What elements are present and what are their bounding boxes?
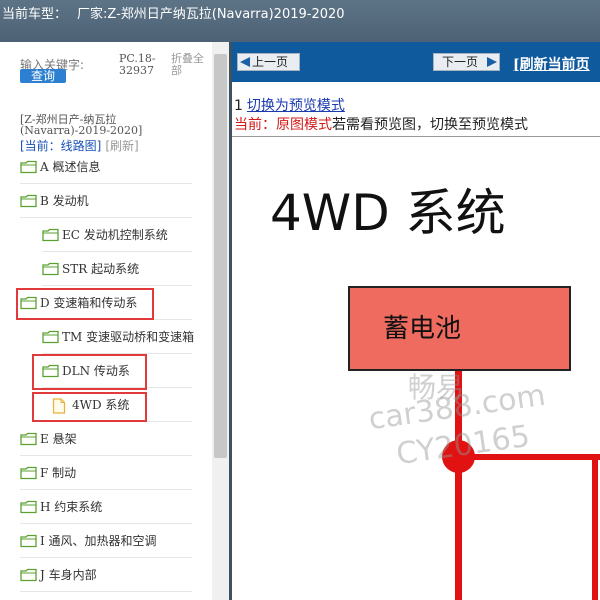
vehicle-title: 当前车型： 厂家:Z-郑州日产纳瓦拉(Navarra)2019-2020 bbox=[2, 3, 355, 22]
folder-icon bbox=[42, 330, 59, 344]
tree-item[interactable]: TM 变速驱动桥和变速箱 bbox=[42, 320, 195, 354]
current-mode: 原图模式 bbox=[276, 117, 332, 133]
mode-number: 1 bbox=[234, 98, 243, 114]
tree-item-label: TM 变速驱动桥和变速箱 bbox=[62, 330, 195, 344]
tree-item[interactable]: E 悬架 bbox=[20, 422, 192, 456]
current-prefix: 当前： bbox=[234, 117, 276, 133]
search-button[interactable]: 查询 bbox=[20, 69, 66, 83]
switch-preview-link[interactable]: 切换为预览模式 bbox=[247, 98, 345, 114]
arrow-right-icon bbox=[487, 57, 497, 67]
left-pane: 输入关键字: 查询 PC.18-32937 折叠全部 [Z-郑州日产-纳瓦拉(N… bbox=[0, 42, 230, 600]
folder-icon bbox=[42, 262, 59, 276]
folder-icon bbox=[42, 228, 59, 242]
page-nav-bar: 上一页 下一页 [刷新当前页 bbox=[232, 42, 600, 82]
highlight-box bbox=[32, 392, 147, 422]
current-hint: 若需看预览图，切换至预览模式 bbox=[332, 117, 528, 133]
tree-item-label: B 发动机 bbox=[40, 194, 89, 208]
arrow-left-icon bbox=[240, 57, 250, 67]
current-mode-line: 当前：原图模式若需看预览图，切换至预览模式 bbox=[234, 114, 528, 134]
prev-page-button[interactable]: 上一页 bbox=[237, 53, 300, 71]
tree-item[interactable]: EC 发动机控制系统 bbox=[42, 218, 192, 252]
title-bar: 当前车型： 厂家:Z-郑州日产纳瓦拉(Navarra)2019-2020 bbox=[0, 0, 600, 42]
tree-item[interactable]: A 概述信息 bbox=[20, 150, 192, 184]
folder-icon bbox=[20, 568, 37, 582]
folder-icon bbox=[20, 194, 37, 208]
tree-item[interactable]: STR 起动系统 bbox=[42, 252, 192, 286]
tree-item-label: EC 发动机控制系统 bbox=[62, 228, 168, 242]
tree-item[interactable]: I 通风、加热器和空调 bbox=[20, 524, 192, 558]
wire-right bbox=[592, 454, 598, 600]
folder-icon bbox=[20, 432, 37, 446]
next-page-label: 下一页 bbox=[442, 55, 479, 69]
tree-item-label: E 悬架 bbox=[40, 432, 77, 446]
battery-component: 蓄电池 bbox=[348, 286, 571, 371]
tree-item-label: J 车身内部 bbox=[40, 568, 97, 582]
mode-switch-line: 1 切换为预览模式 bbox=[234, 95, 345, 115]
folder-icon bbox=[20, 534, 37, 548]
tree-item-label: F 制动 bbox=[40, 466, 77, 480]
scrollbar-thumb[interactable] bbox=[214, 54, 227, 458]
tree-item-label: H 约束系统 bbox=[40, 500, 103, 514]
next-page-button[interactable]: 下一页 bbox=[433, 53, 500, 71]
tree-item[interactable]: J 车身内部 bbox=[20, 558, 192, 592]
folder-icon bbox=[20, 500, 37, 514]
folder-icon bbox=[20, 160, 37, 174]
vehicle-label: 当前车型： bbox=[2, 7, 68, 22]
maker-title: 厂家:Z-郑州日产纳瓦拉(Navarra)2019-2020 bbox=[77, 7, 345, 22]
tree-item[interactable]: H 约束系统 bbox=[20, 490, 192, 524]
collapse-all-link[interactable]: 折叠全部 bbox=[171, 53, 211, 77]
tree-item[interactable]: B 发动机 bbox=[20, 184, 192, 218]
pc-code: PC.18-32937 bbox=[119, 52, 156, 77]
folder-icon bbox=[20, 466, 37, 480]
right-pane: 上一页 下一页 [刷新当前页 1 切换为预览模式 当前：原图模式若需看预览图，切换… bbox=[232, 42, 600, 600]
highlight-box bbox=[16, 288, 154, 320]
maker-tree-title: [Z-郑州日产-纳瓦拉(Navarra)-2019-2020] bbox=[20, 113, 143, 137]
battery-label: 蓄电池 bbox=[383, 314, 462, 344]
tree-item-label: STR 起动系统 bbox=[62, 262, 140, 276]
highlight-box bbox=[32, 354, 147, 390]
diagram-title: 4WD 系统 bbox=[270, 184, 506, 242]
tree-item-label: I 通风、加热器和空调 bbox=[40, 534, 157, 548]
refresh-page-link[interactable]: [刷新当前页 bbox=[513, 54, 590, 74]
tree-item-label: A 概述信息 bbox=[40, 160, 101, 174]
prev-page-label: 上一页 bbox=[252, 55, 289, 69]
tree-item[interactable]: F 制动 bbox=[20, 456, 192, 490]
